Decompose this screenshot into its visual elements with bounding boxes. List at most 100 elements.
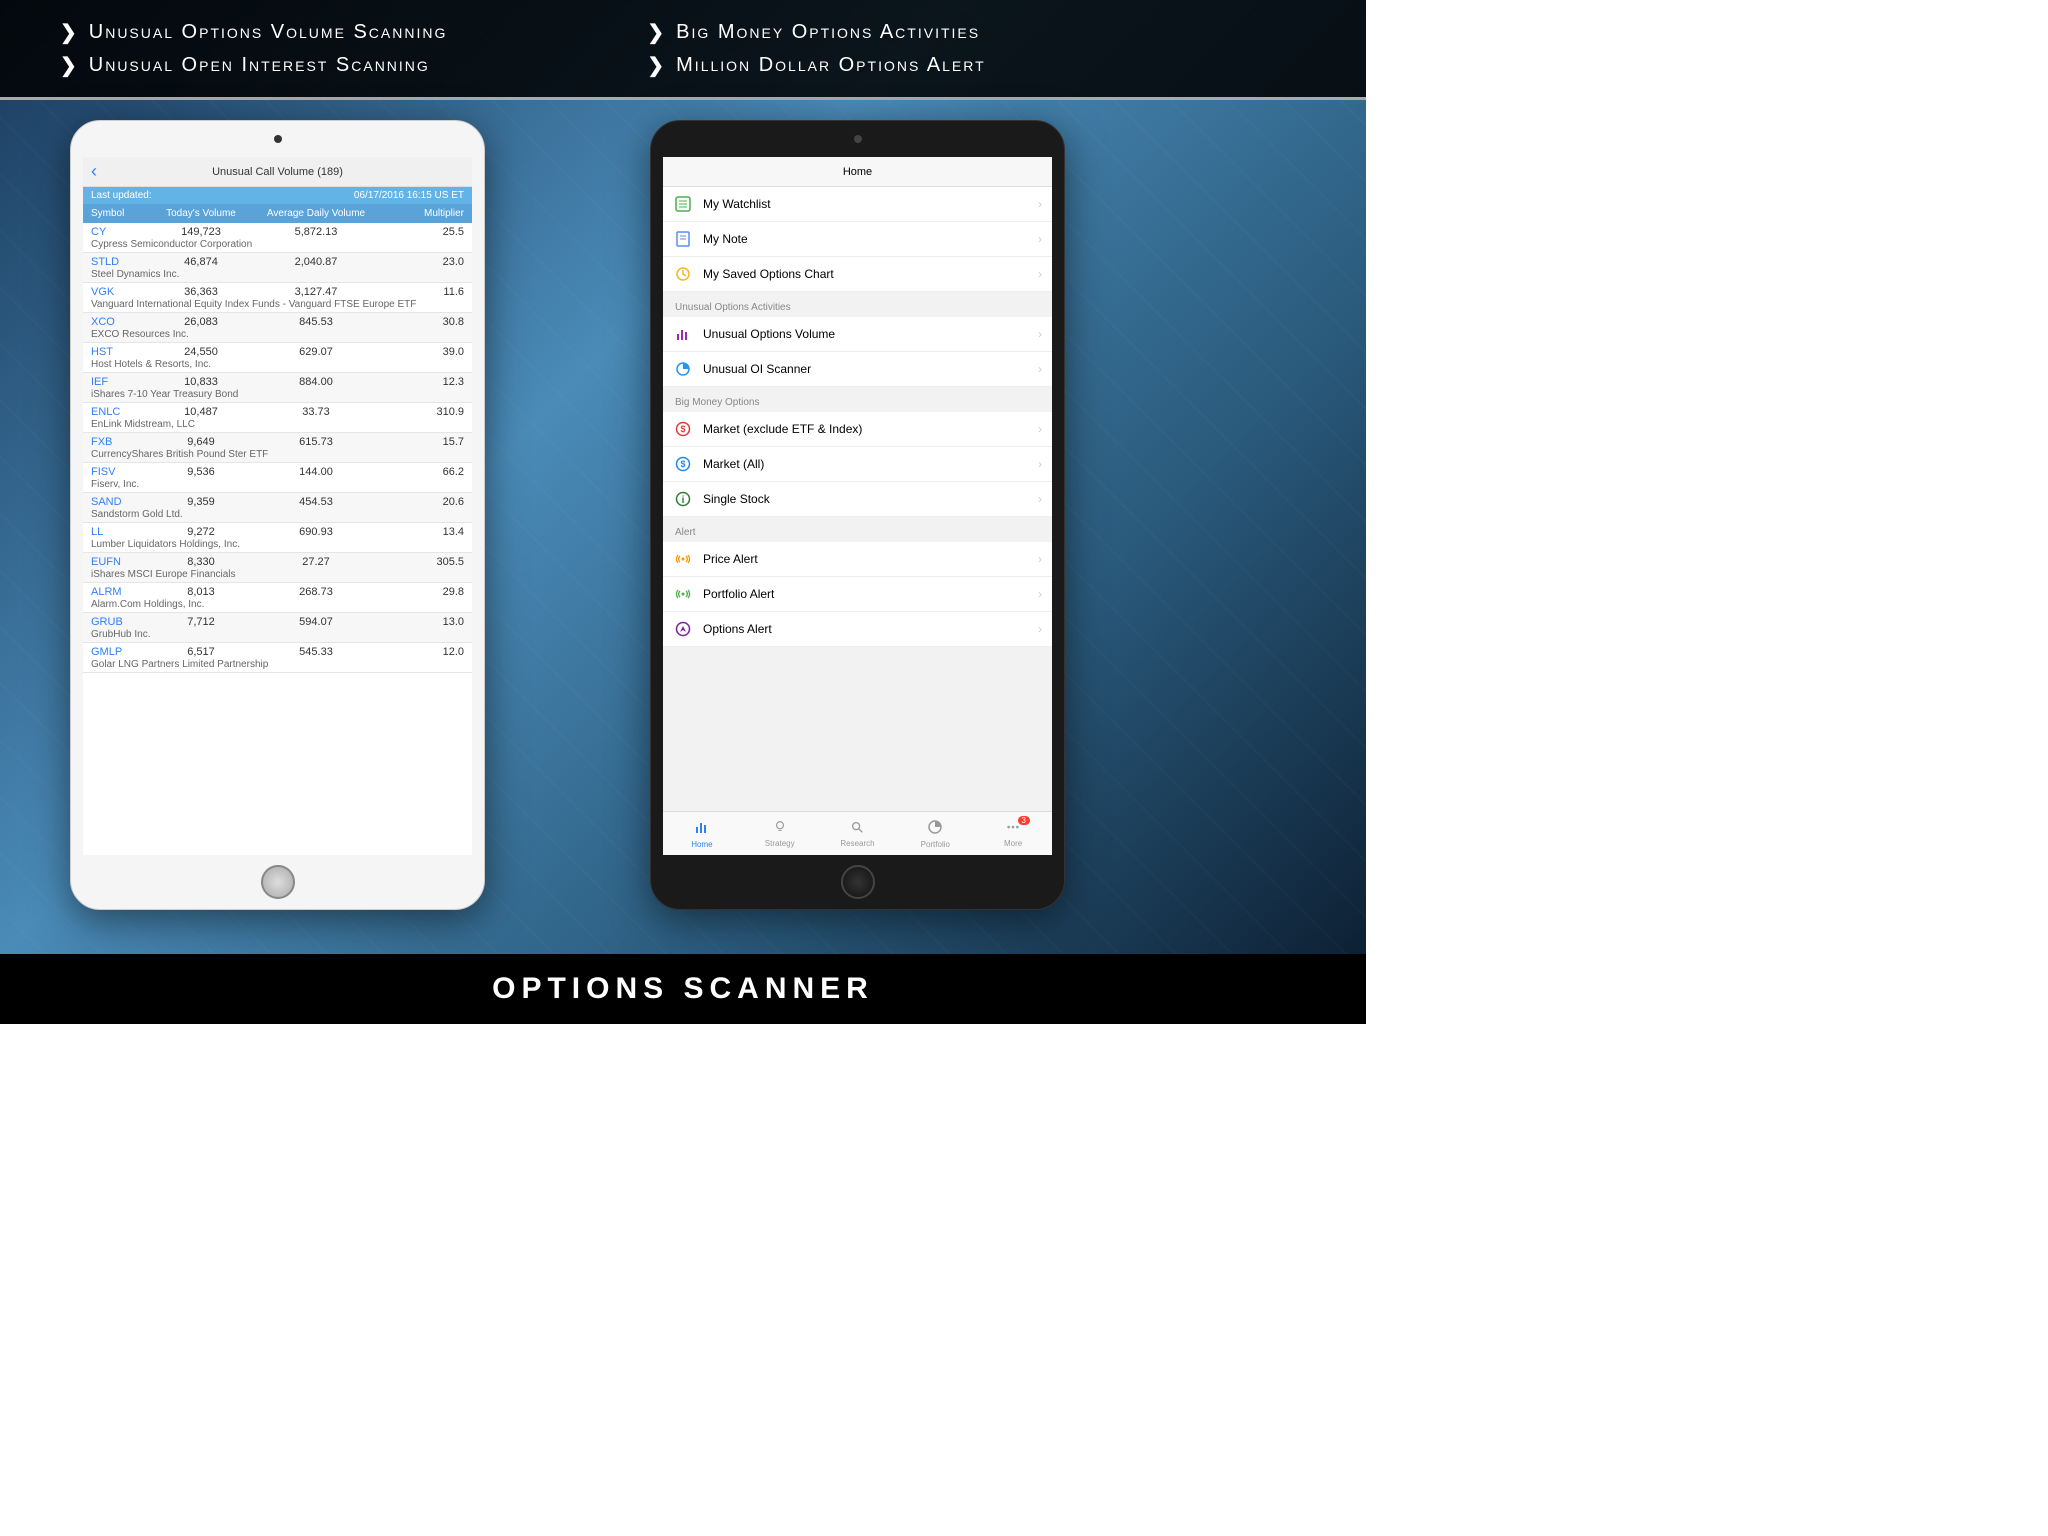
today-volume: 8,013: [151, 586, 251, 598]
multiplier: 13.4: [381, 526, 464, 538]
avg-volume: 2,040.87: [251, 256, 381, 268]
company-name: EnLink Midstream, LLC: [91, 419, 464, 430]
tab-research[interactable]: Research: [819, 812, 897, 855]
menu-label: My Note: [703, 232, 748, 246]
menu-item[interactable]: $Market (All)›: [663, 447, 1052, 482]
section-header: Alert: [663, 517, 1052, 542]
chevron-right-icon: ›: [1038, 267, 1042, 281]
menu-label: Unusual OI Scanner: [703, 362, 811, 376]
menu-item[interactable]: Price Alert›: [663, 542, 1052, 577]
table-body[interactable]: CY149,7235,872.1325.5Cypress Semiconduct…: [83, 223, 472, 673]
banner-text: Big Money Options Activities: [676, 21, 980, 44]
avg-volume: 268.73: [251, 586, 381, 598]
table-row[interactable]: LL9,272690.9313.4Lumber Liquidators Hold…: [83, 523, 472, 553]
table-row[interactable]: HST24,550629.0739.0Host Hotels & Resorts…: [83, 343, 472, 373]
bottom-banner: OPTIONS SCANNER: [0, 954, 1366, 1024]
menu-label: My Watchlist: [703, 197, 771, 211]
section-header: Big Money Options: [663, 387, 1052, 412]
table-row[interactable]: ENLC10,48733.73310.9EnLink Midstream, LL…: [83, 403, 472, 433]
spacer: [663, 647, 1052, 811]
symbol: GRUB: [91, 616, 151, 628]
menu-item[interactable]: Portfolio Alert›: [663, 577, 1052, 612]
table-row[interactable]: STLD46,8742,040.8723.0Steel Dynamics Inc…: [83, 253, 472, 283]
banner-left-column: ❯Unusual Options Volume Scanning ❯Unusua…: [60, 20, 447, 78]
today-volume: 9,359: [151, 496, 251, 508]
svg-text:$: $: [680, 459, 685, 469]
tab-label: Research: [840, 839, 874, 848]
menu-item[interactable]: $Market (exclude ETF & Index)›: [663, 412, 1052, 447]
menu-item[interactable]: iSingle Stock›: [663, 482, 1052, 517]
table-row[interactable]: GMLP6,517545.3312.0Golar LNG Partners Li…: [83, 643, 472, 673]
tab-portfolio[interactable]: Portfolio: [896, 812, 974, 855]
dollar-icon: $: [675, 456, 691, 472]
multiplier: 310.9: [381, 406, 464, 418]
symbol: FISV: [91, 466, 151, 478]
menu-item[interactable]: Unusual OI Scanner›: [663, 352, 1052, 387]
symbol: XCO: [91, 316, 151, 328]
tab-strategy[interactable]: Strategy: [741, 812, 819, 855]
today-volume: 36,363: [151, 286, 251, 298]
today-volume: 6,517: [151, 646, 251, 658]
company-name: EXCO Resources Inc.: [91, 329, 464, 340]
tablet-black: Home My Watchlist›My Note›My Saved Optio…: [650, 120, 1065, 910]
avg-volume: 845.53: [251, 316, 381, 328]
table-row[interactable]: EUFN8,33027.27305.5iShares MSCI Europe F…: [83, 553, 472, 583]
menu-item[interactable]: My Note›: [663, 222, 1052, 257]
last-updated-value: 06/17/2016 16:15 US ET: [354, 190, 464, 201]
tab-label: Home: [691, 840, 712, 849]
chevron-right-icon: ❯: [647, 20, 666, 45]
menu-label: Price Alert: [703, 552, 758, 566]
table-row[interactable]: ALRM8,013268.7329.8Alarm.Com Holdings, I…: [83, 583, 472, 613]
table-header: Symbol Today's Volume Average Daily Volu…: [83, 204, 472, 223]
chevron-right-icon: ›: [1038, 327, 1042, 341]
tablet-white: ‹ Unusual Call Volume (189) Last updated…: [70, 120, 485, 910]
chevron-right-icon: ›: [1038, 587, 1042, 601]
multiplier: 39.0: [381, 346, 464, 358]
chevron-right-icon: ❯: [647, 53, 666, 78]
symbol: IEF: [91, 376, 151, 388]
multiplier: 13.0: [381, 616, 464, 628]
chevron-right-icon: ❯: [60, 53, 79, 78]
today-volume: 26,083: [151, 316, 251, 328]
table-row[interactable]: GRUB7,712594.0713.0GrubHub Inc.: [83, 613, 472, 643]
tab-home[interactable]: Home: [663, 812, 741, 855]
avg-volume: 3,127.47: [251, 286, 381, 298]
table-row[interactable]: FISV9,536144.0066.2Fiserv, Inc.: [83, 463, 472, 493]
company-name: Golar LNG Partners Limited Partnership: [91, 659, 464, 670]
today-volume: 9,536: [151, 466, 251, 478]
footer-title: OPTIONS SCANNER: [492, 972, 874, 1006]
home-button[interactable]: [261, 865, 295, 899]
header-symbol: Symbol: [91, 208, 151, 219]
menu-label: Market (All): [703, 457, 764, 471]
avg-volume: 690.93: [251, 526, 381, 538]
table-row[interactable]: SAND9,359454.5320.6Sandstorm Gold Ltd.: [83, 493, 472, 523]
company-name: Fiserv, Inc.: [91, 479, 464, 490]
company-name: CurrencyShares British Pound Ster ETF: [91, 449, 464, 460]
signal-icon: [675, 586, 691, 602]
menu-item[interactable]: Unusual Options Volume›: [663, 317, 1052, 352]
header-avg-volume: Average Daily Volume: [251, 208, 381, 219]
back-button[interactable]: ‹: [91, 161, 97, 182]
menu-item[interactable]: My Watchlist›: [663, 187, 1052, 222]
tab-more[interactable]: More3: [974, 812, 1052, 855]
menu-item[interactable]: Options Alert›: [663, 612, 1052, 647]
home-button[interactable]: [841, 865, 875, 899]
table-row[interactable]: VGK36,3633,127.4711.6Vanguard Internatio…: [83, 283, 472, 313]
last-updated-label: Last updated:: [91, 190, 152, 201]
banner-text: Unusual Options Volume Scanning: [89, 21, 448, 44]
multiplier: 25.5: [381, 226, 464, 238]
multiplier: 12.3: [381, 376, 464, 388]
svg-text:i: i: [682, 495, 685, 506]
banner-text: Million Dollar Options Alert: [676, 54, 985, 77]
table-row[interactable]: IEF10,833884.0012.3iShares 7-10 Year Tre…: [83, 373, 472, 403]
table-row[interactable]: XCO26,083845.5330.8EXCO Resources Inc.: [83, 313, 472, 343]
multiplier: 30.8: [381, 316, 464, 328]
menu-label: Single Stock: [703, 492, 770, 506]
multiplier: 20.6: [381, 496, 464, 508]
table-row[interactable]: CY149,7235,872.1325.5Cypress Semiconduct…: [83, 223, 472, 253]
menu-label: My Saved Options Chart: [703, 267, 834, 281]
table-row[interactable]: FXB9,649615.7315.7CurrencyShares British…: [83, 433, 472, 463]
signal-icon: [675, 551, 691, 567]
top-banner: ❯Unusual Options Volume Scanning ❯Unusua…: [0, 0, 1366, 100]
menu-item[interactable]: My Saved Options Chart ›: [663, 257, 1052, 292]
